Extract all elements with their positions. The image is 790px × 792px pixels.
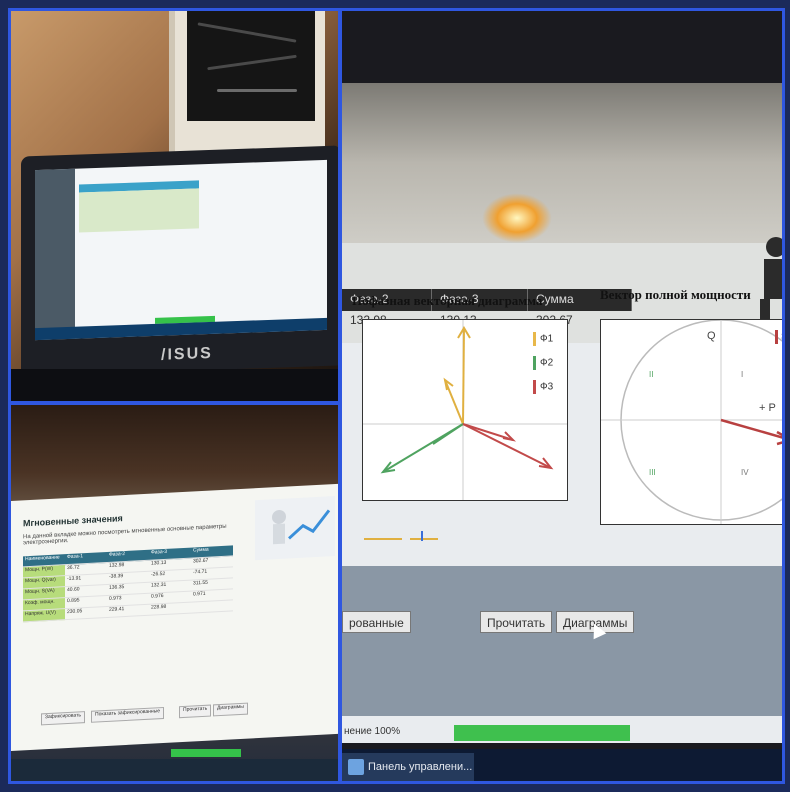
taskbar-item-label: Панель управлени... bbox=[368, 761, 473, 773]
power-vector-title: Вектор полной мощности bbox=[600, 287, 751, 302]
electrical-cabinet bbox=[169, 11, 325, 161]
progress-bar bbox=[454, 725, 630, 741]
fixed-values-button[interactable]: рованные bbox=[342, 611, 411, 633]
values-screen: Мгновенные значения На данной вкладке мо… bbox=[11, 483, 338, 751]
taskbar-control-panel[interactable]: Панель управлени... bbox=[342, 753, 474, 781]
illustration-figure bbox=[255, 496, 335, 561]
legend-phase-1: Ф1 bbox=[540, 333, 554, 345]
read-button[interactable]: Прочитать bbox=[480, 611, 553, 633]
s-legend: S bbox=[775, 330, 782, 344]
photo-laptop-room: /ISUS bbox=[8, 8, 341, 404]
legend-phase-2: Ф2 bbox=[540, 357, 554, 369]
button-area bbox=[342, 566, 782, 716]
progress-bar bbox=[171, 749, 241, 757]
quadrant-4: IV bbox=[741, 468, 749, 477]
laptop-brand-logo: /ISUS bbox=[161, 344, 213, 364]
legend-phase-3: Ф3 bbox=[540, 381, 554, 393]
phase-diagram-title: Пофазная векторная диаграмма bbox=[352, 293, 543, 308]
photo-values-screen: Мгновенные значения На данной вкладке мо… bbox=[8, 402, 341, 784]
values-table bbox=[79, 188, 199, 233]
read-button[interactable]: Прочитать bbox=[179, 704, 212, 719]
values-table: Наименование Фаза-1 Фаза-2 Фаза-3 Сумма … bbox=[23, 545, 233, 623]
windows-taskbar bbox=[11, 749, 338, 781]
small-legend-glyphs bbox=[364, 531, 438, 541]
figure-chart-icon bbox=[272, 509, 331, 545]
quadrant-3: III bbox=[649, 468, 656, 477]
keyboard bbox=[11, 369, 338, 401]
power-vector-plot bbox=[601, 319, 782, 524]
axis-q-label: Q bbox=[707, 330, 716, 342]
laptop-screen bbox=[35, 159, 327, 341]
photo-diagram-screen: Фаза-2 Фаза-3 Сумма 132.98 130.13 302.67… bbox=[339, 8, 785, 784]
phase-legend: Ф1 Ф2 Ф3 bbox=[533, 332, 553, 404]
full-power-vector-diagram: Q + P II I III IV S bbox=[600, 319, 782, 525]
quadrant-1: I bbox=[741, 370, 744, 379]
status-text: нение 100% bbox=[344, 726, 401, 737]
phase-vector-diagram: Ф1 Ф2 Ф3 bbox=[362, 319, 568, 501]
laptop: /ISUS bbox=[21, 145, 338, 377]
values-heading: Мгновенные значения bbox=[23, 513, 123, 529]
diagrams-button[interactable]: Диаграммы bbox=[213, 702, 248, 717]
cabinet-interior bbox=[187, 11, 315, 121]
legend-s: S bbox=[781, 332, 782, 343]
app-sidebar bbox=[35, 168, 75, 341]
quadrant-2: II bbox=[649, 370, 654, 379]
windows-taskbar: Панель управлени... bbox=[342, 749, 782, 781]
figure-illustration bbox=[760, 237, 782, 321]
show-fixed-button[interactable]: Показать зафиксированные bbox=[91, 706, 164, 723]
light-glare bbox=[482, 193, 552, 243]
fix-button[interactable]: Зафиксировать bbox=[41, 711, 85, 726]
axis-p-label: + P bbox=[759, 402, 776, 414]
control-panel-icon bbox=[348, 759, 364, 775]
